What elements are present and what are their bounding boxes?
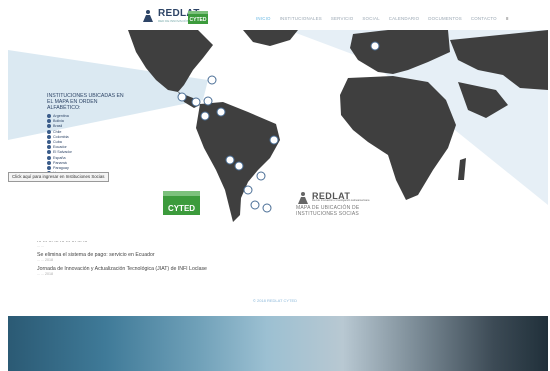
redlat-person-icon — [298, 192, 308, 204]
nav-item-documentos[interactable]: DOCUMENTOS — [428, 16, 462, 21]
news-date: ... ... 2018 — [37, 272, 53, 276]
land-greenland — [243, 30, 298, 46]
news-item[interactable]: ... ... ... ... ... ... ... ... ... ... … — [37, 238, 511, 252]
news-date: ... ... 2018 — [37, 258, 53, 262]
land-madagascar — [458, 158, 466, 180]
pin-icon — [47, 119, 51, 124]
pin-icon — [47, 140, 51, 145]
news-item[interactable]: Se elimina el sistema de pago: servicio … — [37, 252, 511, 266]
cyted-logo-bar — [163, 191, 200, 196]
cyted-small-label: CYTED — [189, 17, 207, 23]
land-africa — [340, 76, 456, 200]
nav-item-institucionales[interactable]: INSTITUCIONALES — [280, 16, 322, 21]
country-label: Argentina — [53, 114, 69, 118]
marker-panama-2[interactable] — [203, 96, 213, 106]
ingresar-instituciones-button[interactable]: Click aquí para ingresar en Institucione… — [8, 172, 109, 182]
pin-icon — [47, 145, 51, 150]
country-label: Panamá — [53, 160, 67, 165]
cyted-logo-large[interactable]: CYTED — [163, 191, 200, 215]
country-label: España — [53, 155, 66, 160]
pin-icon — [47, 155, 51, 160]
main-nav: INICIO INSTITUCIONALES SERVICIO SOCIAL C… — [256, 16, 509, 21]
nav-item-social[interactable]: SOCIAL — [362, 16, 379, 21]
cyted-logo-bar — [188, 11, 208, 14]
country-label: Colombia — [53, 134, 69, 139]
marker-ecuador[interactable] — [200, 111, 210, 121]
country-label: El Salvador — [53, 150, 72, 155]
country-label: Cuba — [53, 140, 62, 145]
world-map — [8, 30, 548, 222]
footer-credit-link[interactable]: © 2018 REDLAT CYTED — [0, 298, 550, 303]
map-caption: MAPA DE UBICACIÓN DE INSTITUCIONES SOCIA… — [296, 205, 360, 217]
nav-item-calendario[interactable]: CALENDARIO — [389, 16, 420, 21]
nav-item-servicio[interactable]: SERVICIO — [331, 16, 354, 21]
institutions-heading: INSTITUCIONES UBICADAS EN EL MAPA EN ORD… — [47, 93, 124, 112]
menu-icon[interactable]: ≡ — [506, 16, 509, 21]
pin-icon — [47, 134, 51, 139]
country-label: Brasil — [53, 124, 63, 129]
marker-cuba[interactable] — [207, 75, 217, 85]
marker-el-salvador[interactable] — [177, 92, 187, 102]
marker-chile[interactable] — [225, 155, 235, 165]
marker-brasil[interactable] — [269, 135, 279, 145]
pin-icon — [47, 166, 51, 171]
pin-icon — [47, 114, 51, 119]
country-label: Bolivia — [53, 119, 64, 124]
pin-icon — [47, 129, 51, 134]
countries-list: Argentina Bolivia Brasil Chile Colombia … — [47, 114, 72, 176]
pin-icon — [47, 160, 51, 165]
marker-argentina-2[interactable] — [262, 203, 272, 213]
marker-colombia[interactable] — [216, 107, 226, 117]
site-header: REDLAT RED DE INNOVACIÓN CYTED INICIO IN… — [0, 0, 550, 30]
marker-spain[interactable] — [370, 41, 380, 51]
marker-panama-1[interactable] — [191, 97, 201, 107]
redlat-map-subtitle: Red de Innovación e Investigación Latino… — [312, 199, 370, 202]
lab-photo-banner — [8, 316, 548, 371]
pin-icon — [47, 150, 51, 155]
marker-uruguay[interactable] — [256, 171, 266, 181]
nav-item-inicio[interactable]: INICIO — [256, 16, 271, 21]
cyted-large-label: CYTED — [167, 204, 196, 213]
cyted-logo-small[interactable]: CYTED — [188, 11, 208, 24]
redlat-logo-icon — [143, 10, 153, 22]
country-label: Paraguay — [53, 166, 69, 171]
institutions-map[interactable] — [8, 30, 548, 238]
news-list: ... ... ... ... ... ... ... ... ... ... … — [37, 238, 511, 280]
news-date: ... ... — [37, 244, 44, 248]
country-label: Chile — [53, 129, 62, 134]
marker-bolivia[interactable] — [234, 161, 244, 171]
marker-paraguay[interactable] — [243, 185, 253, 195]
country-label: Ecuador — [53, 145, 67, 150]
pin-icon — [47, 124, 51, 129]
marker-argentina-1[interactable] — [250, 200, 260, 210]
news-item[interactable]: Jornada de Innovación y Actualización Te… — [37, 266, 511, 280]
nav-item-contacto[interactable]: CONTACTO — [471, 16, 497, 21]
